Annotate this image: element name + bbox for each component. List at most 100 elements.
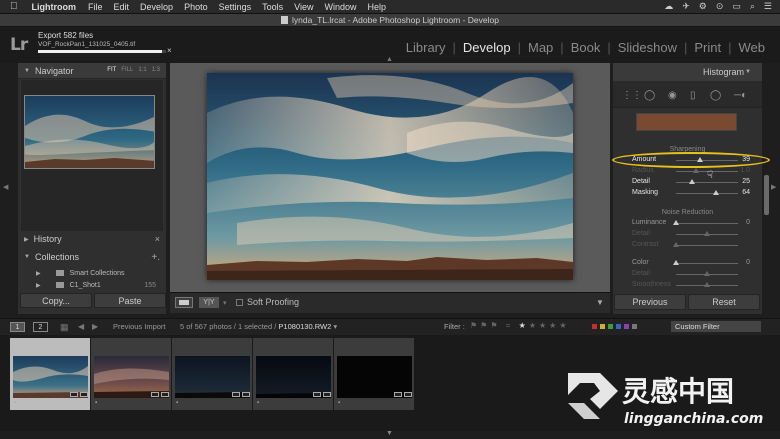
apple-icon[interactable]:  bbox=[10, 1, 18, 12]
clock-icon[interactable]: ⊙ bbox=[716, 1, 724, 12]
collection-item[interactable]: ▶ C1_Shot1 155 bbox=[36, 279, 160, 291]
slider-knob[interactable] bbox=[693, 168, 700, 173]
slider-knob[interactable] bbox=[712, 190, 719, 195]
menu-view[interactable]: View bbox=[294, 2, 313, 12]
slider-value[interactable]: 0 bbox=[746, 219, 750, 226]
module-book[interactable]: Book bbox=[564, 40, 608, 55]
color-label-chip[interactable] bbox=[592, 324, 597, 329]
flag-icon[interactable]: ▪ bbox=[338, 400, 340, 406]
slider-track[interactable] bbox=[676, 271, 738, 276]
radial-filter-tool-icon[interactable]: ◯ bbox=[710, 90, 721, 101]
filmstrip-toggle-icon[interactable]: ▼ bbox=[386, 430, 393, 437]
add-collection-icon[interactable]: +. bbox=[151, 252, 160, 263]
detail-preview-swatch[interactable] bbox=[636, 113, 737, 131]
slider-knob[interactable] bbox=[673, 260, 679, 265]
menu-file[interactable]: File bbox=[88, 2, 103, 12]
module-print[interactable]: Print bbox=[687, 40, 728, 55]
slider-value[interactable]: 0 bbox=[746, 259, 750, 266]
zoom-1-3[interactable]: 1:3 bbox=[152, 67, 160, 73]
slider-value[interactable]: 1.0 bbox=[740, 167, 750, 174]
before-after-button[interactable]: Y|Y bbox=[199, 297, 219, 308]
slider-knob[interactable] bbox=[673, 220, 679, 225]
main-photo[interactable] bbox=[207, 73, 573, 280]
crop-tool-icon[interactable]: ⋮⋮ bbox=[622, 90, 642, 101]
slider-track[interactable] bbox=[676, 179, 738, 184]
grid-view-icon[interactable]: ▦ bbox=[60, 322, 69, 333]
slider-knob[interactable] bbox=[704, 271, 710, 276]
top-panel-toggle-icon[interactable]: ▲ bbox=[386, 56, 393, 63]
navigator-preview-image[interactable] bbox=[24, 95, 155, 169]
slider-value[interactable]: 25 bbox=[742, 178, 750, 185]
loupe-view-button[interactable] bbox=[175, 297, 193, 308]
star-rating-1-icon[interactable]: ★ bbox=[519, 321, 529, 330]
module-map[interactable]: Map bbox=[521, 40, 560, 55]
flag-icon[interactable]: ▪ bbox=[176, 400, 178, 406]
right-panel-scrollbar[interactable] bbox=[764, 175, 769, 215]
gear-icon[interactable]: ⚙ bbox=[699, 1, 707, 12]
export-cancel-icon[interactable]: × bbox=[167, 46, 172, 55]
star-rating-3-icon[interactable]: ★ bbox=[539, 321, 549, 330]
module-develop[interactable]: Develop bbox=[456, 40, 518, 55]
collections-header[interactable]: ▼ Collections +. bbox=[18, 249, 166, 265]
filmstrip-count[interactable]: 5 of 567 photos / 1 selected / P1080130.… bbox=[180, 322, 337, 331]
sharp-detail-slider[interactable]: Detail 25 bbox=[620, 177, 754, 188]
menu-photo[interactable]: Photo bbox=[184, 2, 208, 12]
flag-icon[interactable]: ▪ bbox=[95, 400, 97, 406]
module-web[interactable]: Web bbox=[732, 40, 773, 55]
menu-app-name[interactable]: Lightroom bbox=[32, 2, 77, 12]
navigator-header[interactable]: ▼ Navigator FIT FILL 1:1 1:3 bbox=[18, 63, 166, 79]
star-rating-2-icon[interactable]: ★ bbox=[529, 321, 539, 330]
battery-icon[interactable]: ▭ bbox=[732, 1, 741, 12]
previous-photo-icon[interactable]: ◀ bbox=[78, 322, 84, 331]
histogram-header[interactable]: Histogram ▼ bbox=[613, 63, 762, 81]
history-header[interactable]: ▶ History × bbox=[18, 231, 166, 247]
copy-settings-button[interactable]: Copy... bbox=[20, 293, 92, 308]
right-panel-toggle-icon[interactable]: ▶ bbox=[771, 183, 776, 191]
slider-track[interactable] bbox=[673, 260, 738, 265]
flag-icon[interactable]: ▪ bbox=[14, 400, 16, 406]
toolbar-content-menu-icon[interactable]: ▼ bbox=[596, 298, 604, 307]
zoom-fit[interactable]: FIT bbox=[107, 67, 116, 73]
star-rating-4-icon[interactable]: ★ bbox=[549, 321, 559, 330]
menu-develop[interactable]: Develop bbox=[140, 2, 173, 12]
flag-filter-icon[interactable]: ⚑⚑⚑ bbox=[470, 321, 501, 330]
reset-button[interactable]: Reset bbox=[688, 294, 760, 310]
slider-track[interactable] bbox=[673, 242, 738, 247]
paste-settings-button[interactable]: Paste bbox=[94, 293, 166, 308]
zoom-fill[interactable]: FILL bbox=[121, 67, 133, 73]
slider-track[interactable] bbox=[673, 220, 738, 225]
color-label-chip[interactable] bbox=[632, 324, 637, 329]
sharp-masking-slider[interactable]: Masking 64 bbox=[620, 188, 754, 199]
graduated-filter-tool-icon[interactable]: ▯ bbox=[690, 90, 696, 101]
adjustment-brush-tool-icon[interactable]: ─◐ bbox=[734, 90, 747, 101]
noise-detail-slider[interactable]: Detail bbox=[620, 229, 754, 240]
soft-proofing-checkbox[interactable] bbox=[236, 299, 243, 306]
clear-history-icon[interactable]: × bbox=[155, 234, 160, 244]
rating-operator[interactable]: = bbox=[506, 321, 514, 330]
noise-contrast-slider[interactable]: Contrast bbox=[620, 240, 754, 251]
slider-value[interactable]: 64 bbox=[742, 189, 750, 196]
filename-menu-icon[interactable]: ▾ bbox=[331, 322, 337, 331]
noise-smoothness-slider[interactable]: Smoothness bbox=[620, 280, 754, 291]
custom-filter-select[interactable]: Custom Filter bbox=[671, 321, 761, 332]
slider-knob[interactable] bbox=[673, 242, 679, 247]
next-photo-icon[interactable]: ▶ bbox=[92, 322, 98, 331]
star-rating-5-icon[interactable]: ★ bbox=[559, 321, 569, 330]
cloud-icon[interactable]: ☁ bbox=[664, 1, 673, 12]
flag-icon[interactable]: ▪ bbox=[257, 400, 259, 406]
notification-center-icon[interactable]: ☰ bbox=[764, 1, 772, 12]
noise-luminance-slider[interactable]: Luminance 0 bbox=[620, 218, 754, 229]
slider-track[interactable] bbox=[676, 231, 738, 236]
noise-color-slider[interactable]: Color 0 bbox=[620, 258, 754, 269]
spotlight-search-icon[interactable]: ⌕ bbox=[750, 1, 755, 12]
color-label-chip[interactable] bbox=[608, 324, 613, 329]
airplane-icon[interactable]: ✈ bbox=[682, 1, 690, 12]
filmstrip-source[interactable]: Previous Import bbox=[113, 322, 166, 331]
module-slideshow[interactable]: Slideshow bbox=[611, 40, 684, 55]
menu-window[interactable]: Window bbox=[325, 2, 357, 12]
menu-edit[interactable]: Edit bbox=[114, 2, 130, 12]
slider-knob[interactable] bbox=[688, 179, 695, 184]
collection-item[interactable]: ▶ Smart Collections bbox=[36, 267, 160, 279]
zoom-1-1[interactable]: 1:1 bbox=[138, 67, 146, 73]
module-library[interactable]: Library bbox=[399, 40, 453, 55]
